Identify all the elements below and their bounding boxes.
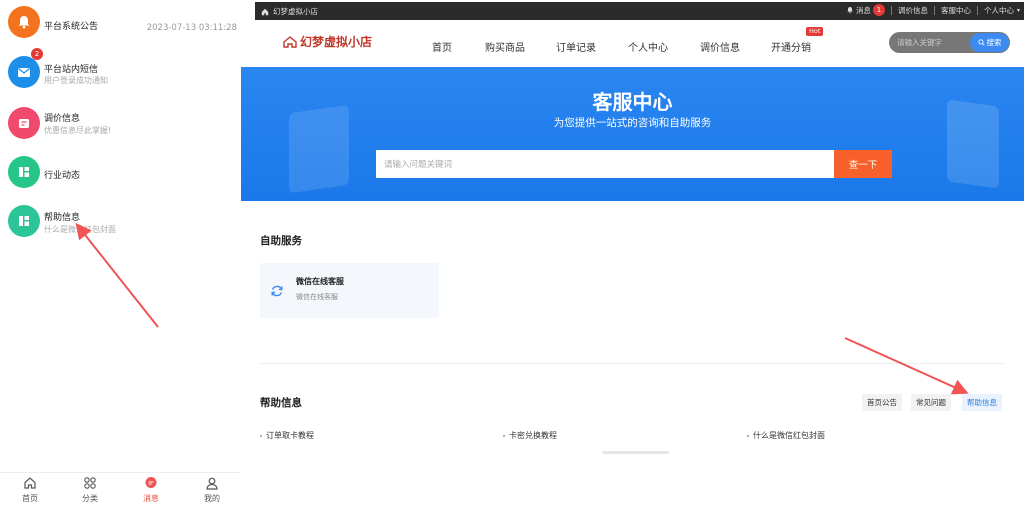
banner-title: 客服中心 — [592, 90, 673, 114]
message-item-system-notice[interactable]: 平台系统公告 2023-07-13 03:11:28 — [0, 4, 241, 44]
tab-label: 消息 — [143, 494, 159, 503]
section-divider — [260, 363, 1004, 364]
bottom-tab-bar: 首页 分类 消息 我的 — [0, 472, 241, 510]
grid-layout-icon — [8, 205, 40, 237]
wechat-service-card[interactable]: 微信在线客服 微信在线客服 — [260, 263, 439, 318]
price-tag-icon — [8, 107, 40, 139]
tab-label: 我的 — [204, 494, 220, 503]
banner-subtitle: 为您提供一站式的咨询和自助服务 — [553, 117, 712, 129]
nav-buy-products[interactable]: 购买商品 — [485, 39, 525, 54]
faq-search-button[interactable]: 查一下 — [834, 150, 892, 178]
web-help-center: 幻梦虚拟小店 消息 1 调价信息 客服中心 个人中心 ▾ 幻梦虚拟小店 首页 购… — [241, 0, 1024, 510]
message-item-help-info[interactable]: 帮助信息 什么是微信红包封面 — [0, 202, 241, 242]
search-button-label: 搜索 — [986, 38, 1002, 47]
home-icon — [261, 8, 269, 15]
top-home-link[interactable]: 幻梦虚拟小店 — [261, 6, 318, 17]
help-tab-help-info[interactable]: 帮助信息 — [962, 394, 1002, 411]
help-link-label: 订单取卡教程 — [266, 431, 314, 440]
help-link-red-packet-cover[interactable]: 什么是微信红包封面 — [747, 430, 825, 441]
help-link-order-card[interactable]: 订单取卡教程 — [260, 430, 314, 441]
top-messages-link[interactable]: 消息 — [856, 5, 871, 16]
nav-user-center[interactable]: 个人中心 — [628, 39, 668, 54]
top-utility-bar: 幻梦虚拟小店 消息 1 调价信息 客服中心 个人中心 ▾ — [255, 2, 1024, 20]
top-link-service-center[interactable]: 客服中心 — [941, 5, 971, 16]
help-tab-faq[interactable]: 常见问题 — [911, 394, 951, 411]
message-title: 帮助信息 — [44, 213, 81, 223]
tab-category[interactable]: 分类 — [68, 476, 112, 504]
chevron-down-icon: ▾ — [1016, 6, 1020, 14]
faq-search-input[interactable] — [376, 150, 834, 178]
service-card-subtitle: 微信在线客服 — [296, 293, 338, 301]
help-link-label: 什么是微信红包封面 — [753, 431, 825, 440]
help-link-label: 卡密兑换教程 — [509, 431, 557, 440]
message-item-industry-news[interactable]: 行业动态 — [0, 153, 241, 193]
top-link-user-center[interactable]: 个人中心 — [984, 5, 1014, 16]
search-icon — [977, 39, 985, 46]
divider — [933, 5, 935, 15]
bullet — [747, 434, 749, 437]
help-info-heading: 帮助信息 — [260, 397, 302, 409]
site-logo[interactable]: 幻梦虚拟小店 — [283, 33, 372, 50]
unread-badge: 2 — [31, 48, 43, 60]
category-icon — [84, 477, 96, 489]
user-icon — [206, 477, 218, 490]
main-header: 幻梦虚拟小店 首页 购买商品 订单记录 个人中心 调价信息 开通分销 Hot 搜… — [255, 22, 1024, 66]
message-title: 行业动态 — [44, 171, 81, 181]
bullet — [260, 434, 262, 437]
divider — [890, 5, 892, 15]
message-subtitle: 什么是微信红包封面 — [44, 225, 116, 234]
refresh-chat-icon — [271, 285, 283, 297]
message-title: 平台站内短信 — [44, 65, 99, 75]
hot-badge: Hot — [806, 27, 824, 36]
nav-open-distribution[interactable]: 开通分销 — [771, 39, 811, 54]
grid-layout-icon — [8, 156, 40, 188]
help-link-card-redeem[interactable]: 卡密兑换教程 — [503, 430, 557, 441]
nav-price-info[interactable]: 调价信息 — [700, 39, 740, 54]
help-tab-home-notice[interactable]: 首页公告 — [862, 394, 902, 411]
message-time: 2023-07-13 03:11:28 — [146, 23, 237, 33]
top-link-price-info[interactable]: 调价信息 — [898, 5, 928, 16]
nav-order-records[interactable]: 订单记录 — [556, 39, 596, 54]
faq-search-bar: 查一下 — [376, 150, 892, 178]
house-logo-icon — [283, 35, 297, 48]
bullet — [503, 434, 505, 437]
self-service-heading: 自助服务 — [260, 235, 302, 247]
home-label: 幻梦虚拟小店 — [273, 7, 318, 16]
message-subtitle: 优惠信息尽此掌握! — [44, 126, 112, 135]
envelope-icon — [8, 56, 40, 88]
message-title: 平台系统公告 — [44, 22, 99, 32]
tab-label: 分类 — [82, 494, 98, 503]
divider — [976, 5, 978, 15]
logo-text: 幻梦虚拟小店 — [300, 35, 373, 49]
header-search-input[interactable] — [897, 32, 967, 53]
tab-home[interactable]: 首页 — [8, 476, 52, 504]
top-links: 消息 1 调价信息 客服中心 个人中心 ▾ — [846, 4, 1020, 16]
message-title: 调价信息 — [44, 114, 81, 124]
message-icon — [145, 477, 157, 488]
scroll-indicator — [602, 451, 669, 454]
screenshot-root: 平台系统公告 2023-07-13 03:11:28 平台站内短信 用户登录成功… — [0, 0, 1024, 510]
home-icon — [24, 477, 36, 489]
message-subtitle: 用户登录成功通知 — [44, 76, 108, 85]
bell-icon — [847, 6, 853, 14]
service-center-banner: 客服中心 为您提供一站式的咨询和自助服务 查一下 — [241, 67, 1024, 201]
message-item-price-info[interactable]: 调价信息 优惠信息尽此掌握! — [0, 104, 241, 144]
nav-home[interactable]: 首页 — [432, 39, 452, 54]
tab-profile[interactable]: 我的 — [190, 476, 234, 504]
tab-messages[interactable]: 消息 — [129, 476, 173, 504]
bell-icon — [8, 6, 40, 38]
mobile-message-panel: 平台系统公告 2023-07-13 03:11:28 平台站内短信 用户登录成功… — [0, 0, 241, 510]
messages-count-badge: 1 — [872, 4, 885, 16]
tab-label: 首页 — [22, 494, 38, 503]
header-search: 搜索 — [889, 32, 1010, 53]
header-search-button[interactable]: 搜索 — [970, 33, 1009, 52]
service-card-title: 微信在线客服 — [296, 277, 344, 286]
